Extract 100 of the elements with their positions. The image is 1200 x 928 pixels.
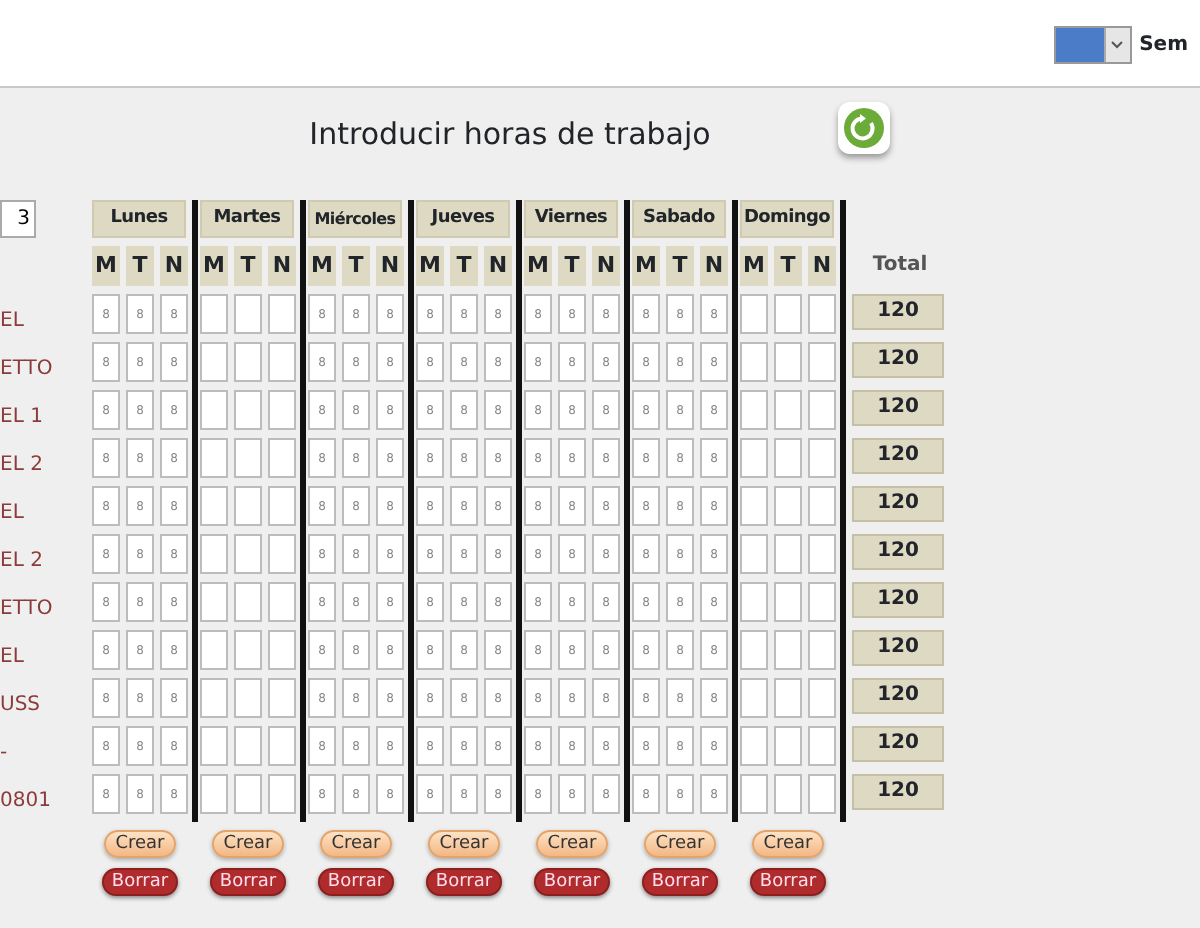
hours-field[interactable] <box>268 438 296 478</box>
hours-field[interactable] <box>740 342 768 382</box>
column-header: Total <box>870 252 930 280</box>
hours-field[interactable] <box>808 486 836 526</box>
hours-field[interactable] <box>774 486 802 526</box>
hours-field[interactable] <box>234 678 262 718</box>
delete-button[interactable]: Borrar <box>749 868 827 896</box>
hours-field[interactable] <box>200 582 228 622</box>
hours-field[interactable] <box>200 630 228 670</box>
hours-field[interactable] <box>808 678 836 718</box>
total-cell: 120 <box>852 678 944 714</box>
hours-field[interactable] <box>200 438 228 478</box>
hours-field[interactable] <box>740 390 768 430</box>
hours-field[interactable] <box>808 726 836 766</box>
hours-field[interactable] <box>774 390 802 430</box>
hours-field[interactable] <box>234 774 262 814</box>
hours-field[interactable] <box>200 774 228 814</box>
hours-field[interactable] <box>808 582 836 622</box>
hours-field[interactable] <box>268 678 296 718</box>
total-cell: 120 <box>852 630 944 666</box>
hours-field[interactable] <box>200 678 228 718</box>
hours-field[interactable] <box>774 294 802 334</box>
hours-field[interactable] <box>808 534 836 574</box>
employee-name: EL 2 <box>0 548 45 576</box>
total-cell: 120 <box>852 534 944 570</box>
hours-field[interactable] <box>774 678 802 718</box>
create-button[interactable]: Crear <box>535 830 609 858</box>
shift-header: N <box>592 246 620 286</box>
create-button[interactable]: Crear <box>211 830 285 858</box>
hours-field[interactable] <box>740 582 768 622</box>
hours-field[interactable] <box>234 342 262 382</box>
create-button[interactable]: Crear <box>103 830 177 858</box>
hours-field[interactable] <box>234 438 262 478</box>
create-button[interactable]: Crear <box>751 830 825 858</box>
hours-field[interactable] <box>200 534 228 574</box>
hours-field[interactable] <box>740 774 768 814</box>
day-header: Lunes <box>92 200 186 238</box>
hours-field[interactable] <box>774 726 802 766</box>
hours-field[interactable] <box>234 582 262 622</box>
hours-field[interactable] <box>808 342 836 382</box>
page-title: Introducir horas de trabajo <box>309 114 711 156</box>
dropdown[interactable] <box>1053 26 1132 64</box>
hours-field[interactable] <box>808 438 836 478</box>
hours-field[interactable] <box>740 294 768 334</box>
hours-field[interactable] <box>268 390 296 430</box>
caret-icon <box>1110 40 1125 50</box>
hours-field[interactable] <box>740 438 768 478</box>
delete-button[interactable]: Borrar <box>209 868 287 896</box>
hours-field[interactable] <box>740 534 768 574</box>
refresh-icon <box>844 108 885 148</box>
delete-button[interactable]: Borrar <box>641 868 719 896</box>
hours-field[interactable] <box>268 630 296 670</box>
hours-field[interactable] <box>774 342 802 382</box>
week-field[interactable]: 3 <box>0 200 36 238</box>
hours-field[interactable] <box>268 486 296 526</box>
create-button[interactable]: Crear <box>427 830 501 858</box>
hours-field[interactable] <box>234 390 262 430</box>
total-cell: 120 <box>852 726 944 762</box>
hours-field[interactable] <box>808 630 836 670</box>
hours-field[interactable] <box>234 294 262 334</box>
delete-button[interactable]: Borrar <box>425 868 503 896</box>
hours-field[interactable] <box>200 294 228 334</box>
create-button[interactable]: Crear <box>319 830 393 858</box>
hours-field[interactable] <box>740 486 768 526</box>
hours-field[interactable] <box>740 678 768 718</box>
hours-field[interactable] <box>740 726 768 766</box>
hours-field[interactable] <box>774 774 802 814</box>
hours-field[interactable] <box>234 630 262 670</box>
hours-field[interactable] <box>774 534 802 574</box>
day-header: Domingo <box>740 200 834 238</box>
shift-header: M <box>632 246 660 286</box>
delete-button[interactable]: Borrar <box>101 868 179 896</box>
refresh-button[interactable] <box>838 102 891 154</box>
hours-field[interactable] <box>234 534 262 574</box>
hours-field[interactable] <box>234 486 262 526</box>
shift-header: N <box>160 246 188 286</box>
hours-field[interactable] <box>774 582 802 622</box>
hours-field[interactable] <box>740 630 768 670</box>
delete-button[interactable]: Borrar <box>533 868 611 896</box>
create-button[interactable]: Crear <box>643 830 717 858</box>
day-header: Jueves <box>416 200 510 238</box>
hours-field[interactable] <box>808 294 836 334</box>
hours-field[interactable] <box>268 726 296 766</box>
hours-field[interactable] <box>234 726 262 766</box>
hours-field[interactable] <box>268 294 296 334</box>
hours-field[interactable] <box>774 630 802 670</box>
hours-field[interactable] <box>200 390 228 430</box>
hours-field[interactable] <box>774 438 802 478</box>
total-cell: 120 <box>852 342 944 378</box>
hours-field[interactable] <box>268 534 296 574</box>
hours-field[interactable] <box>268 774 296 814</box>
hours-field[interactable] <box>808 390 836 430</box>
hours-field[interactable] <box>200 726 228 766</box>
hours-field[interactable] <box>268 342 296 382</box>
hours-field[interactable] <box>808 774 836 814</box>
hours-field[interactable] <box>200 342 228 382</box>
hours-field[interactable] <box>268 582 296 622</box>
shift-header: T <box>126 246 154 286</box>
hours-field[interactable] <box>200 486 228 526</box>
delete-button[interactable]: Borrar <box>317 868 395 896</box>
